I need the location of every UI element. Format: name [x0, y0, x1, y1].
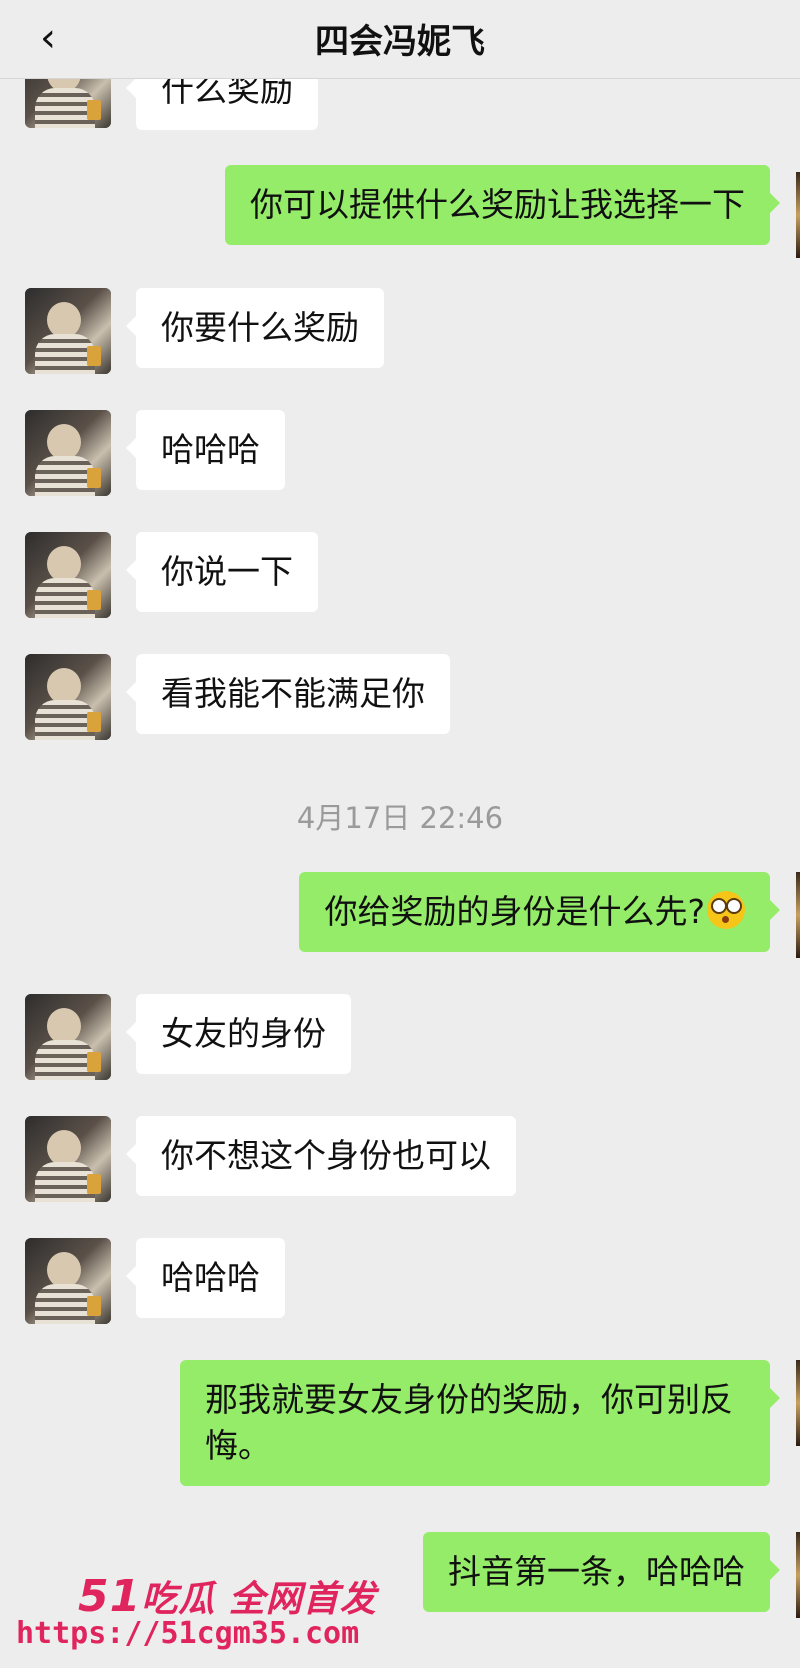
- contact-avatar[interactable]: [25, 1116, 111, 1202]
- self-avatar[interactable]: [796, 872, 800, 958]
- watermark-url: https://51cgm35.com: [16, 1616, 360, 1651]
- outgoing-message[interactable]: 你可以提供什么奖励让我选择一下: [225, 165, 780, 245]
- incoming-message[interactable]: 女友的身份: [126, 994, 351, 1074]
- incoming-message[interactable]: 你要什么奖励: [126, 288, 384, 368]
- watermark-text: 吃瓜 全网首发: [141, 1579, 377, 1620]
- incoming-message[interactable]: 哈哈哈: [126, 410, 285, 490]
- top-bar: ‹ 四会冯妮飞: [0, 0, 800, 79]
- outgoing-message[interactable]: 你给奖励的身份是什么先?: [299, 872, 780, 952]
- incoming-message[interactable]: 看我能不能满足你: [126, 654, 450, 734]
- timestamp: 4月17日 22:46: [296, 801, 504, 835]
- incoming-message[interactable]: 哈哈哈: [126, 1238, 285, 1318]
- self-avatar[interactable]: [796, 1360, 800, 1446]
- contact-avatar[interactable]: [25, 1238, 111, 1324]
- contact-avatar[interactable]: [25, 532, 111, 618]
- contact-avatar[interactable]: [25, 288, 111, 374]
- outgoing-message[interactable]: 抖音第一条，哈哈哈: [423, 1532, 780, 1612]
- incoming-message[interactable]: 你说一下: [126, 532, 318, 612]
- contact-avatar[interactable]: [25, 994, 111, 1080]
- chat-area[interactable]: 什么奖励 你可以提供什么奖励让我选择一下 你要什么奖励 哈哈哈 你说一下 看我能…: [0, 0, 800, 1668]
- chat-title: 四会冯妮飞: [315, 22, 485, 62]
- incoming-message[interactable]: 你不想这个身份也可以: [126, 1116, 516, 1196]
- message-text: 你给奖励的身份是什么先?: [324, 892, 705, 931]
- flushed-face-icon: [707, 891, 745, 929]
- contact-avatar[interactable]: [25, 410, 111, 496]
- watermark-number: 51: [78, 1571, 142, 1622]
- contact-avatar[interactable]: [25, 654, 111, 740]
- self-avatar[interactable]: [796, 1532, 800, 1618]
- self-avatar[interactable]: [796, 172, 800, 258]
- outgoing-message[interactable]: 那我就要女友身份的奖励，你可别反悔。: [180, 1360, 780, 1486]
- watermark-brand: 51吃瓜 全网首发: [78, 1570, 377, 1622]
